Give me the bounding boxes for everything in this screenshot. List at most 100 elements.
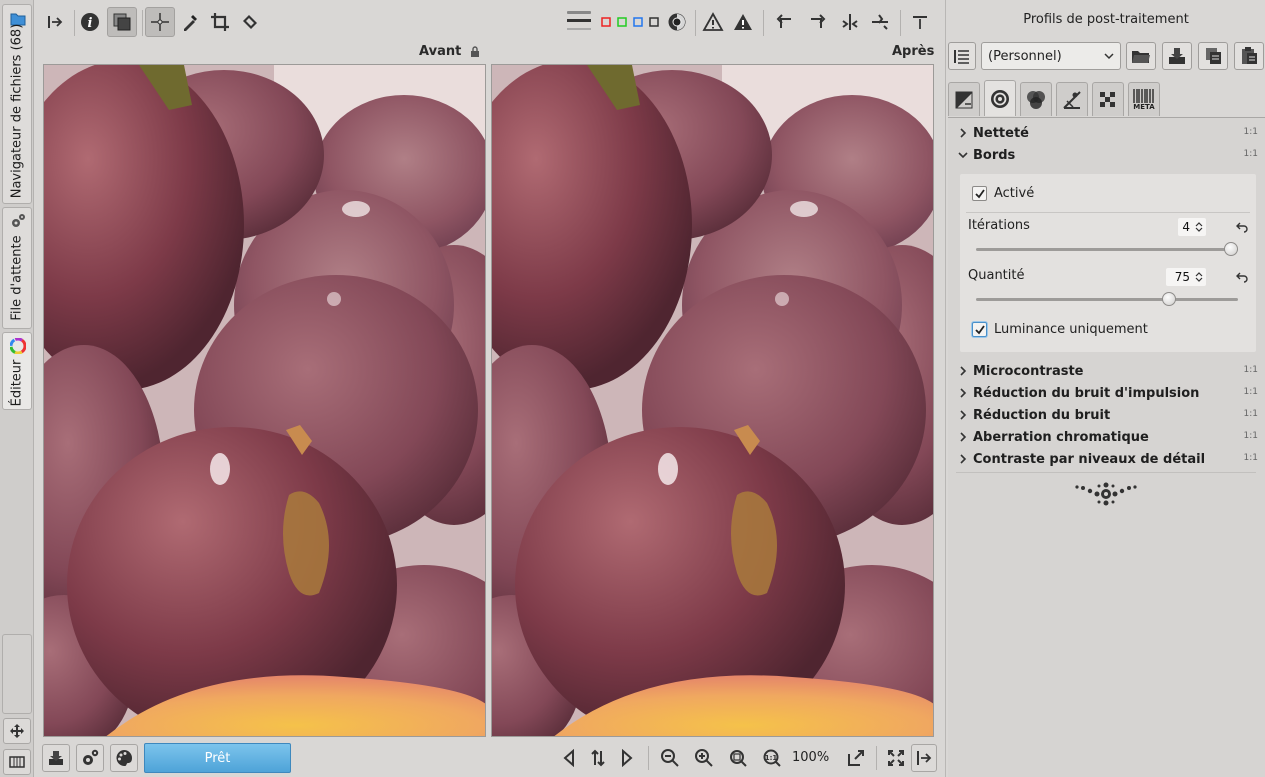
fullscreen-icon bbox=[888, 750, 904, 766]
section-impulse-noise[interactable]: Réduction du bruit d'impulsion 1:1 bbox=[958, 383, 1258, 405]
preview-mode-lines-button[interactable] bbox=[564, 7, 594, 37]
tab-file-browser-label: Navigateur de fichiers (68) bbox=[9, 23, 25, 199]
tab-editor-label: Éditeur bbox=[9, 359, 25, 407]
iterations-spinbox[interactable]: 4 bbox=[1178, 218, 1206, 236]
iterations-slider-knob[interactable] bbox=[1224, 242, 1238, 256]
section-badge: 1:1 bbox=[1243, 365, 1258, 375]
straighten-button[interactable] bbox=[235, 7, 265, 37]
section-title: Microcontraste bbox=[973, 364, 1084, 379]
profile-select-value: (Personnel) bbox=[988, 49, 1062, 64]
gears-icon bbox=[12, 214, 25, 227]
tab-file-browser[interactable]: Navigateur de fichiers (68) bbox=[2, 4, 32, 204]
tab-metadata[interactable]: META bbox=[1128, 82, 1160, 116]
crop-icon bbox=[211, 13, 229, 31]
quantity-slider-knob[interactable] bbox=[1162, 292, 1176, 306]
filmstrip-icon bbox=[9, 756, 25, 768]
copy-icon bbox=[1206, 48, 1221, 64]
chevron-down-icon bbox=[958, 152, 968, 159]
focus-mask-icon bbox=[668, 13, 686, 31]
panel-right-collapse-icon bbox=[917, 751, 932, 765]
profile-list-button[interactable] bbox=[948, 42, 976, 70]
tab-raw[interactable] bbox=[1092, 82, 1124, 116]
raw-checker-icon bbox=[1100, 91, 1115, 107]
rotate-left-button[interactable] bbox=[770, 7, 800, 37]
tab-editor[interactable]: Éditeur bbox=[2, 332, 32, 410]
save-image-button[interactable] bbox=[42, 744, 70, 772]
checkmark-icon bbox=[975, 189, 985, 199]
zoom-fit-button[interactable] bbox=[724, 744, 752, 772]
section-contrast-detail-levels[interactable]: Contraste par niveaux de détail 1:1 bbox=[958, 449, 1258, 471]
before-after-button[interactable] bbox=[107, 7, 137, 37]
section-chromatic-aberration[interactable]: Aberration chromatique 1:1 bbox=[958, 427, 1258, 449]
section-noise-reduction[interactable]: Réduction du bruit 1:1 bbox=[958, 405, 1258, 427]
hide-left-panel-button[interactable] bbox=[40, 7, 70, 37]
straighten-icon bbox=[243, 15, 257, 29]
chevron-right-icon bbox=[960, 128, 967, 138]
quantity-spinbox[interactable]: 75 bbox=[1166, 268, 1206, 286]
filmstrip-toggle-button[interactable] bbox=[3, 749, 31, 775]
edges-enabled-row[interactable]: Activé bbox=[972, 186, 1034, 201]
section-title: Réduction du bruit bbox=[973, 408, 1111, 423]
list-icon bbox=[954, 50, 969, 64]
zoom-out-button[interactable] bbox=[656, 744, 684, 772]
before-preview-image[interactable] bbox=[43, 64, 486, 737]
section-sharpening[interactable]: Netteté 1:1 bbox=[958, 123, 1258, 145]
info-button[interactable]: i bbox=[75, 7, 105, 37]
lock-icon[interactable] bbox=[469, 46, 481, 58]
chevron-down-icon bbox=[1104, 53, 1114, 60]
after-preview-image[interactable] bbox=[491, 64, 934, 737]
section-title: Aberration chromatique bbox=[973, 430, 1149, 445]
put-in-queue-button[interactable] bbox=[76, 744, 104, 772]
tab-exposure[interactable] bbox=[948, 82, 980, 116]
section-edges[interactable]: Bords 1:1 bbox=[958, 145, 1258, 167]
copy-profile-button[interactable] bbox=[1198, 42, 1228, 70]
section-microcontrast[interactable]: Microcontraste 1:1 bbox=[958, 361, 1258, 383]
rotate-right-button[interactable] bbox=[802, 7, 832, 37]
color-picker-button[interactable] bbox=[175, 7, 205, 37]
detail-window-icon bbox=[848, 750, 864, 766]
section-badge: 1:1 bbox=[1243, 127, 1258, 137]
load-profile-button[interactable] bbox=[1126, 42, 1156, 70]
quantity-slider[interactable] bbox=[976, 292, 1238, 306]
edges-enabled-checkbox[interactable] bbox=[972, 186, 987, 201]
focus-mask-button[interactable] bbox=[662, 7, 692, 37]
shadow-clipping-button[interactable] bbox=[698, 7, 728, 37]
profile-select[interactable]: (Personnel) bbox=[981, 42, 1121, 70]
tab-color[interactable] bbox=[1020, 82, 1052, 116]
iterations-slider[interactable] bbox=[976, 242, 1238, 256]
highlight-clipping-button[interactable] bbox=[728, 7, 758, 37]
flip-vertical-button[interactable] bbox=[865, 7, 895, 37]
previous-image-button[interactable] bbox=[556, 744, 584, 772]
sync-arrows-icon bbox=[591, 749, 605, 767]
paste-profile-button[interactable] bbox=[1234, 42, 1264, 70]
send-to-editor-button[interactable] bbox=[110, 744, 138, 772]
luminance-only-label: Luminance uniquement bbox=[994, 322, 1148, 337]
grapes-photo-before bbox=[44, 65, 485, 736]
tab-detail[interactable] bbox=[984, 80, 1016, 116]
hide-right-panel-button[interactable] bbox=[911, 744, 937, 772]
tab-transform[interactable] bbox=[1056, 82, 1088, 116]
after-label: Après bbox=[892, 44, 935, 59]
zoom-in-button[interactable] bbox=[690, 744, 718, 772]
reset-icon[interactable] bbox=[1236, 221, 1248, 233]
crop-button[interactable] bbox=[205, 7, 235, 37]
preview-channels-button[interactable] bbox=[598, 7, 666, 37]
hand-tool-button[interactable] bbox=[145, 7, 175, 37]
tab-queue[interactable]: File d'attente bbox=[2, 207, 32, 329]
zoom-100-button[interactable]: 1:1 bbox=[758, 744, 786, 772]
fullscreen-button[interactable] bbox=[882, 744, 910, 772]
section-badge: 1:1 bbox=[1243, 387, 1258, 397]
luminance-only-checkbox[interactable] bbox=[972, 322, 987, 337]
next-image-button[interactable] bbox=[612, 744, 640, 772]
flip-horizontal-button[interactable] bbox=[835, 7, 865, 37]
arrow-right-icon bbox=[622, 749, 633, 767]
color-wheel-icon bbox=[10, 338, 26, 354]
new-detail-window-button[interactable] bbox=[842, 744, 870, 772]
sync-filmstrip-button[interactable] bbox=[584, 744, 612, 772]
gears-icon bbox=[83, 749, 99, 765]
hide-top-panel-button[interactable] bbox=[905, 7, 935, 37]
save-profile-button[interactable] bbox=[1162, 42, 1192, 70]
luminance-only-row[interactable]: Luminance uniquement bbox=[972, 322, 1148, 337]
navigator-toggle-button[interactable] bbox=[3, 718, 31, 744]
reset-icon[interactable] bbox=[1236, 271, 1248, 283]
